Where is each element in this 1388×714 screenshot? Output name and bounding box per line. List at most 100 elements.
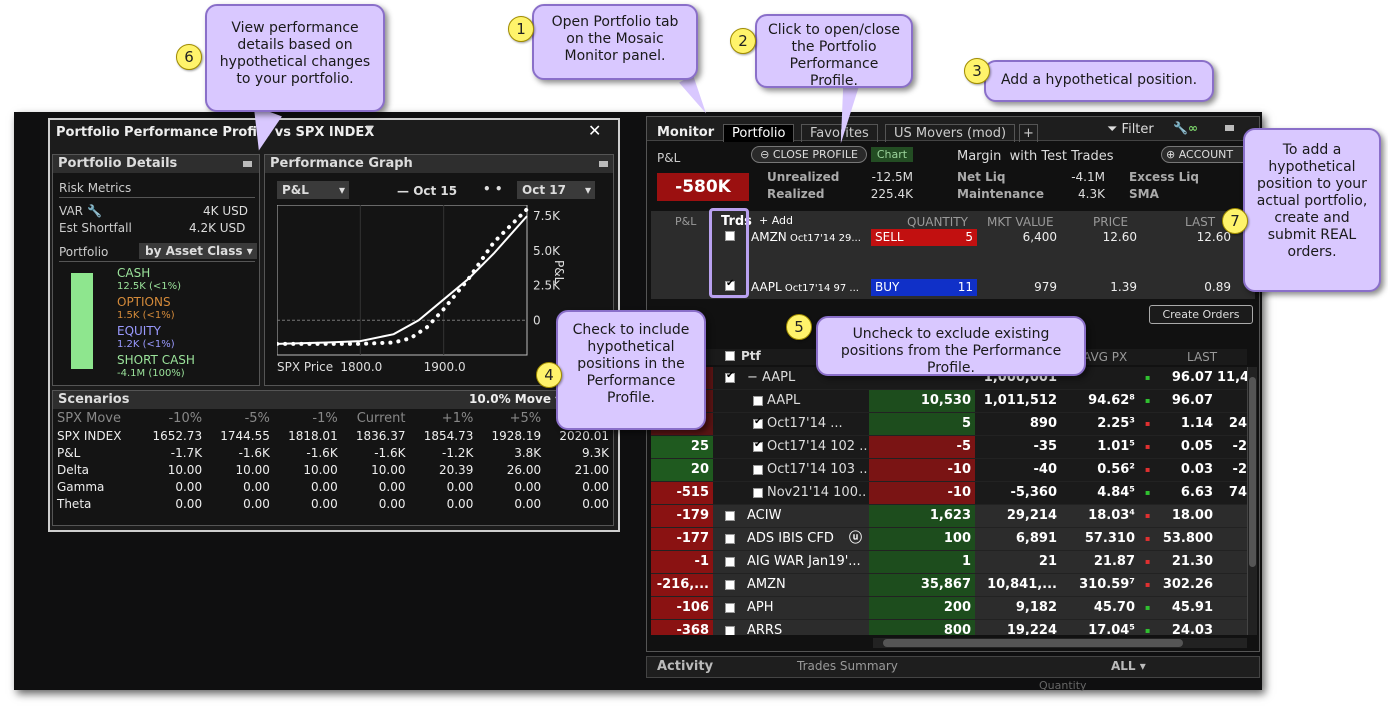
symbol-cell: APH <box>747 600 774 615</box>
position-row[interactable]: AAPL 10,530 1,011,512 94.62⁸ ▪ 96.07 <box>651 390 1247 413</box>
position-row[interactable]: -216,... AMZN 35,867 10,841,... 310.59⁷ ▪ 302.… <box>651 574 1247 597</box>
exclude-checkbox[interactable] <box>725 511 735 521</box>
change-indicator: ▪ <box>1145 373 1151 382</box>
exclude-checkbox[interactable] <box>753 465 763 475</box>
extra-cell <box>1217 620 1247 635</box>
extra-cell: -2 <box>1232 462 1247 477</box>
pl-cell: -177 <box>651 528 713 550</box>
last-cell: 24.03 <box>1171 623 1213 635</box>
tab-trades-summary[interactable]: Trades Summary <box>797 659 898 673</box>
quantity-cell: 35,867 <box>869 574 975 596</box>
legend-oct15: — Oct 15 <box>397 184 458 198</box>
scenarios-row: Theta 0.00 0.00 0.00 0.00 0.00 0.00 0.00 <box>57 496 609 511</box>
minimize-icon[interactable] <box>243 161 252 167</box>
window-min-icon[interactable] <box>1225 125 1234 131</box>
all-dropdown[interactable]: ALL ▾ <box>1111 659 1146 673</box>
avg-px-cell: 0.56² <box>1097 462 1135 477</box>
extra-cell: 74 <box>1228 485 1247 500</box>
horizontal-scrollbar[interactable] <box>873 638 1247 648</box>
maint-value: 4.3K <box>1078 187 1105 201</box>
position-row[interactable]: 20 Oct17'14 103 ... -10 -40 0.56² ▪ 0.03 -2 <box>651 459 1247 482</box>
position-row[interactable]: -368 ARRS 800 19,224 17.04⁵ ▪ 24.03 <box>651 620 1247 635</box>
create-orders-button[interactable]: Create Orders <box>1149 305 1253 324</box>
position-row[interactable]: -179 ACIW 1,623 29,214 18.03⁴ ▪ 18.00 <box>651 505 1247 528</box>
symbol-cell: Oct17'14 103 ... <box>767 462 867 477</box>
es-value: 4.2K USD <box>189 221 246 235</box>
filter-button[interactable]: ⏷ Filter <box>1107 122 1154 137</box>
quantity-cell: -5 <box>869 436 975 458</box>
position-row[interactable]: -515 Nov21'14 100... -10 -5,360 4.84⁵ ▪ 6.63 74 <box>651 482 1247 505</box>
title-dropdown-icon[interactable]: ▼ <box>366 124 374 135</box>
last-cell: 6.63 <box>1180 485 1213 500</box>
add-tab-button[interactable]: + <box>1019 124 1038 142</box>
position-row[interactable]: -106 APH 200 9,182 45.70 ▪ 45.91 <box>651 597 1247 620</box>
extra-cell <box>1217 551 1247 573</box>
profile-title: Portfolio Performance Profile vs SPX IND… <box>56 125 375 140</box>
exclude-checkbox[interactable] <box>725 580 735 590</box>
pl-value: -580K <box>657 173 749 201</box>
exclude-checkbox[interactable] <box>725 626 735 635</box>
monitor-panel: Monitor Portfolio Favorites US Movers (m… <box>646 116 1260 652</box>
avg-px-cell: 18.03⁴ <box>1088 508 1135 523</box>
tab-activity[interactable]: Activity <box>657 659 713 674</box>
quantity-cell: 200 <box>869 597 975 619</box>
position-row[interactable]: ✔ Oct17'14 ... 5 890 2.25³ ▪ 1.14 24 <box>651 413 1247 436</box>
symbol-cell: AMZN <box>747 577 786 592</box>
change-indicator: ▪ <box>1145 580 1151 589</box>
minimize-icon[interactable] <box>599 161 608 167</box>
metric-dropdown[interactable]: P&L ▾ <box>277 181 349 199</box>
hyp-col-last: LAST <box>1185 215 1216 229</box>
exclude-checkbox[interactable]: ✔ <box>753 439 763 452</box>
close-profile-button[interactable]: ⊖ CLOSE PROFILE <box>751 146 867 163</box>
exclude-checkbox[interactable] <box>753 396 763 406</box>
scenarios-row: P&L -1.7K -1.6K -1.6K -1.6K -1.2K 3.8K 9.3K <box>57 445 609 460</box>
avg-px-cell: 94.62⁸ <box>1088 393 1135 408</box>
pl-label: P&L <box>657 151 681 165</box>
position-row[interactable]: -1 AIG WAR Jan19'... 1 21 21.87 ▪ 21.30 <box>651 551 1247 574</box>
move-dropdown[interactable]: 10.0% Move ▾ <box>469 392 561 406</box>
add-button[interactable]: + Add <box>759 214 793 227</box>
position-row[interactable]: 25 ✔ Oct17'14 102 ... -5 -35 1.01⁵ ▪ 0.05 -2 <box>651 436 1247 459</box>
pl-cell: -179 <box>651 505 713 527</box>
exclude-checkbox[interactable]: ✔ <box>725 370 735 383</box>
vertical-scrollbar[interactable] <box>1247 367 1257 635</box>
exclude-checkbox[interactable]: ✔ <box>753 416 763 429</box>
side-selector[interactable]: BUY 11 <box>871 279 977 296</box>
avg-px-cell: 1.01⁵ <box>1097 439 1135 454</box>
tab-us-movers[interactable]: US Movers (mod) <box>885 124 1016 142</box>
unrealized-value: -12.5M <box>871 170 913 184</box>
side-selector[interactable]: SELL 5 <box>871 229 977 246</box>
group-by-dropdown[interactable]: by Asset Class ▾ <box>139 243 257 259</box>
callout-2: Click to open/close the Portfolio Perfor… <box>755 14 913 89</box>
callout-6: View performance details based on hypoth… <box>205 4 385 112</box>
change-indicator: ▪ <box>1145 465 1151 474</box>
wrench-icon[interactable]: 🔧 <box>87 204 102 218</box>
mkt-value-cell: 6,891 <box>1015 531 1057 546</box>
link-icon[interactable]: 🔧∞ <box>1173 121 1198 135</box>
risk-metrics-label: Risk Metrics <box>59 181 132 195</box>
pl-cell: -515 <box>651 482 713 504</box>
netliq-label: Net Liq <box>957 170 1006 184</box>
y-tick-label: 7.5K <box>533 209 561 223</box>
exclude-checkbox[interactable] <box>725 557 735 567</box>
ptf-master-checkbox[interactable] <box>725 351 735 361</box>
position-row[interactable]: -177 ADS IBIS CFD 100 6,891 57.310 ▪ 53.800 ⓤ <box>651 528 1247 551</box>
callout-4-number: 4 <box>536 362 562 388</box>
callout-7: To add a hypothetical position to your a… <box>1243 128 1381 292</box>
chart-button[interactable]: Chart <box>871 147 913 162</box>
change-indicator: ▪ <box>1145 511 1151 520</box>
exclude-checkbox[interactable] <box>753 488 763 498</box>
y-axis-label: P&L <box>552 260 566 284</box>
compare-date-dropdown[interactable]: Oct 17 ▾ <box>517 181 595 199</box>
exclude-checkbox[interactable] <box>725 603 735 613</box>
tab-portfolio[interactable]: Portfolio <box>723 124 795 142</box>
last-cell: 96.07 <box>1171 370 1213 385</box>
exclude-checkbox[interactable] <box>725 534 735 544</box>
mkt-value-cell: -40 <box>1033 462 1058 477</box>
info-icon[interactable]: ⓤ <box>849 528 863 550</box>
tab-monitor[interactable]: Monitor <box>649 124 722 142</box>
last-cell: 0.05 <box>1180 439 1213 454</box>
extra-cell <box>1217 574 1247 596</box>
mkt-value-cell: 19,224 <box>1006 623 1057 635</box>
close-icon[interactable]: ✕ <box>588 121 601 140</box>
